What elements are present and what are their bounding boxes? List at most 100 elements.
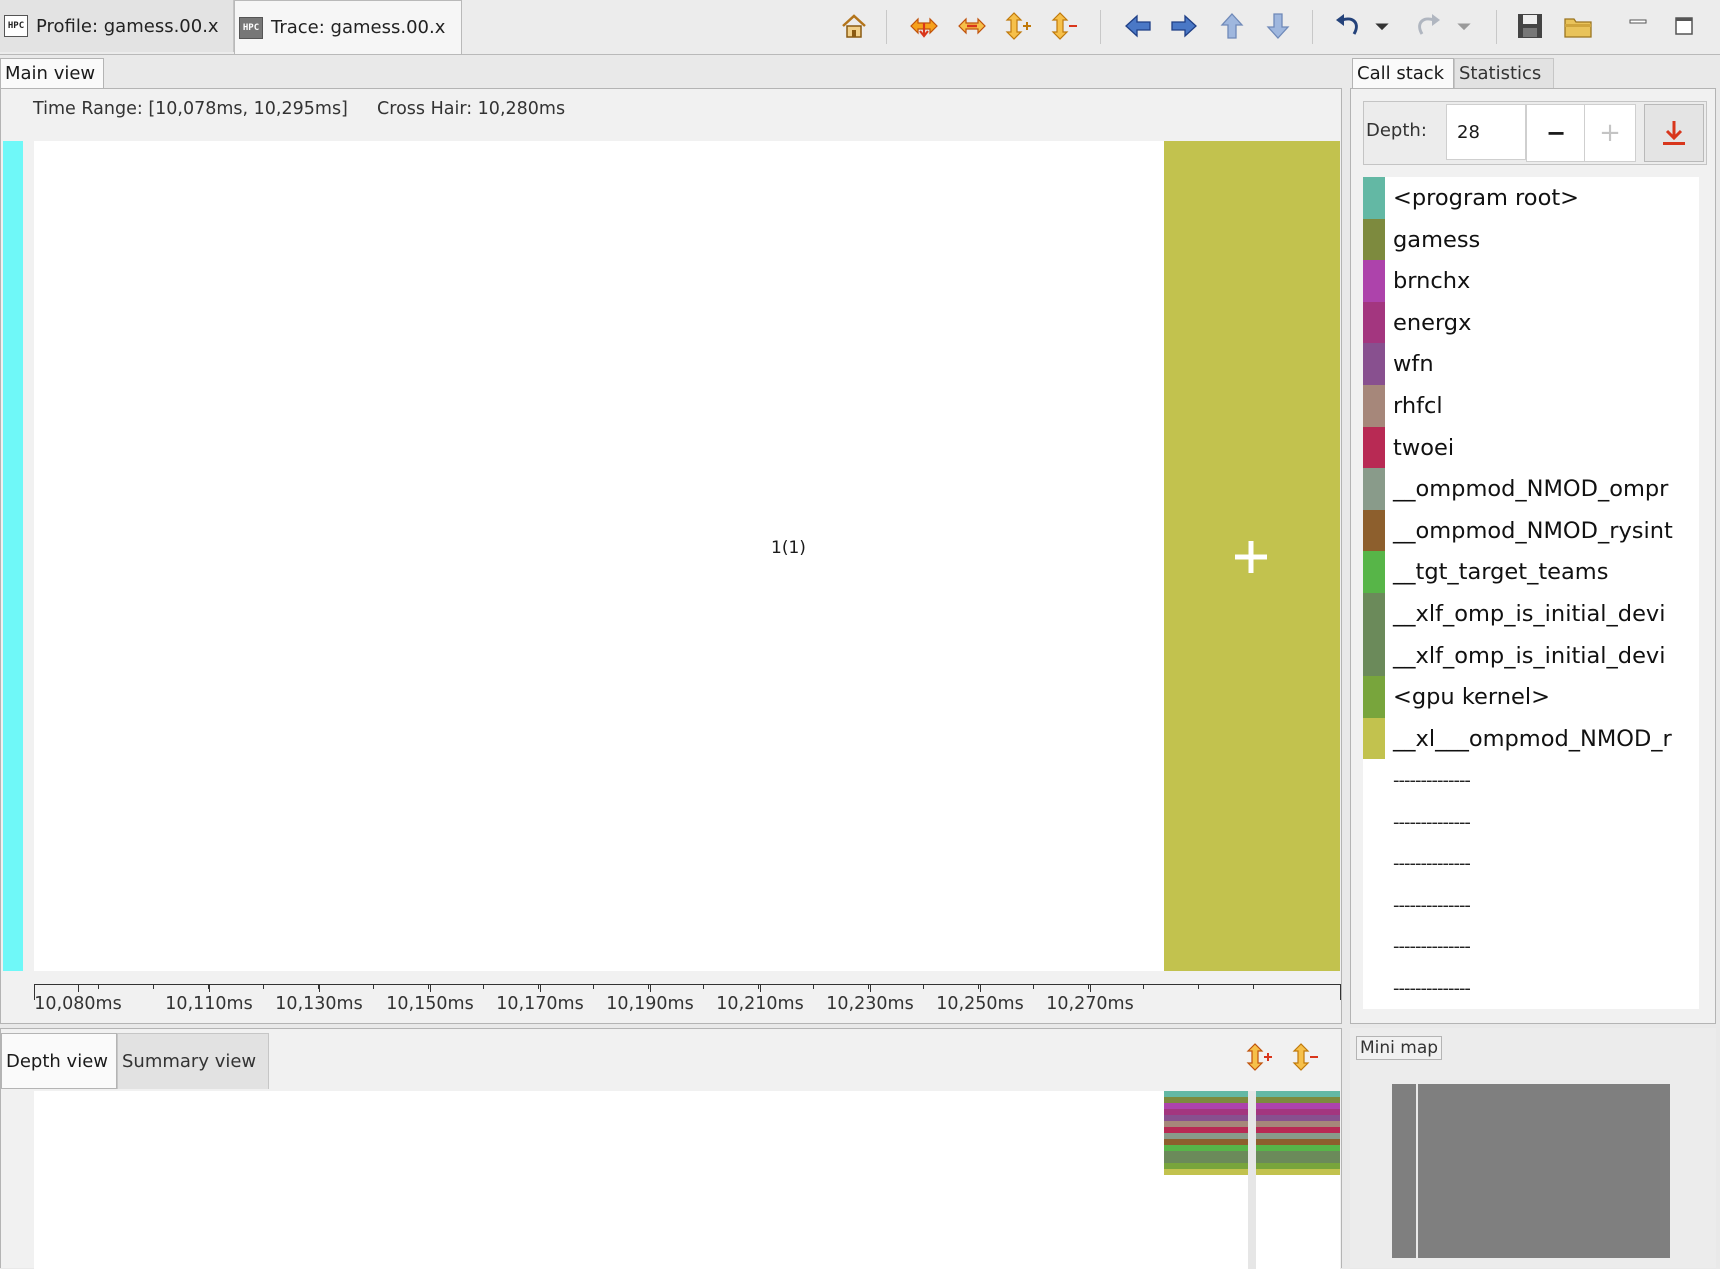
mini-map-canvas[interactable] — [1392, 1084, 1670, 1258]
save-button[interactable] — [1512, 8, 1548, 44]
axis-tick — [980, 984, 981, 992]
scroll-left-button[interactable] — [1120, 8, 1156, 44]
call-stack-row[interactable]: __xl___ompmod_NMOD_r — [1363, 717, 1699, 760]
export-button[interactable] — [1644, 104, 1704, 162]
tab-depth-view[interactable]: Depth view — [1, 1033, 117, 1089]
editor-tab-bar: HPC Profile: gamess.00.x HPC Trace: game… — [0, 0, 1720, 55]
axis-tick — [319, 984, 320, 992]
minimize-button[interactable] — [1620, 8, 1656, 44]
call-stack-color-swatch — [1363, 842, 1385, 885]
call-stack-row[interactable]: __tgt_target_teams — [1363, 551, 1699, 594]
redo-button[interactable] — [1410, 8, 1446, 44]
tab-statistics[interactable]: Statistics — [1454, 58, 1554, 88]
arrow-up-icon — [1220, 13, 1244, 39]
call-stack-row[interactable]: wfn — [1363, 343, 1699, 386]
arrow-left-icon — [1125, 14, 1151, 38]
call-stack-color-swatch — [1363, 426, 1385, 469]
call-stack-color-swatch — [1363, 260, 1385, 303]
depth-zoom-out-button[interactable] — [1287, 1039, 1323, 1075]
time-range-text: Time Range: [10,078ms, 10,295ms] — [33, 99, 348, 119]
call-stack-row[interactable]: -------------- — [1363, 842, 1699, 885]
call-stack-row[interactable]: brnchx — [1363, 260, 1699, 303]
scroll-down-button[interactable] — [1260, 8, 1296, 44]
call-stack-frame-name: rhfcl — [1393, 393, 1443, 419]
depth-zoom-in-button[interactable] — [1241, 1039, 1277, 1075]
process-bar — [3, 141, 23, 971]
axis-minor-tick — [153, 984, 154, 989]
zoom-out-vertical-button[interactable] — [1046, 8, 1082, 44]
main-view-panel: Time Range: [10,078ms, 10,295ms] Cross H… — [0, 88, 1342, 1024]
depth-increment-button[interactable]: + — [1584, 104, 1636, 162]
call-stack-row[interactable]: <gpu kernel> — [1363, 676, 1699, 719]
tab-summary-view[interactable]: Summary view — [117, 1033, 269, 1089]
tab-main-view[interactable]: Main view — [0, 58, 104, 88]
shrink-vertical-icon — [1051, 12, 1077, 40]
call-stack-frame-name: brnchx — [1393, 268, 1471, 295]
home-button[interactable] — [836, 8, 872, 44]
axis-minor-tick — [648, 984, 649, 989]
call-stack-row[interactable]: -------------- — [1363, 884, 1699, 927]
main-view-tab-label: Main view — [5, 63, 96, 84]
axis-minor-tick — [483, 984, 484, 989]
call-stack-row[interactable]: __ompmod_NMOD_rysint — [1363, 509, 1699, 552]
save-icon — [1518, 14, 1542, 38]
call-stack-frame-name: <program root> — [1393, 185, 1580, 211]
depth-decrement-button[interactable]: − — [1526, 104, 1586, 162]
depth-view-tab-label: Depth view — [6, 1050, 108, 1072]
axis-tick — [1340, 984, 1341, 1000]
depth-stripe — [1256, 1169, 1340, 1175]
zoom-in-vertical-button[interactable] — [1000, 8, 1036, 44]
zoom-in-horizontal-button[interactable] — [906, 8, 942, 44]
call-stack-row[interactable]: rhfcl — [1363, 385, 1699, 427]
call-stack-frame-name: -------------- — [1393, 894, 1471, 916]
call-stack-frame-name: __ompmod_NMOD_ompr — [1393, 476, 1669, 503]
zoom-out-horizontal-button[interactable] — [954, 8, 990, 44]
tab-call-stack[interactable]: Call stack — [1352, 58, 1454, 88]
time-axis: 10,080ms 10,110ms 10,130ms 10,150ms 10,170ms… — [34, 984, 1341, 1022]
call-stack-row[interactable]: -------------- — [1363, 759, 1699, 802]
axis-minor-tick — [1088, 984, 1089, 989]
trace-canvas[interactable]: 1(1) — [34, 141, 1340, 971]
mini-map-label: Mini map — [1356, 1036, 1443, 1060]
call-stack-row[interactable]: -------------- — [1363, 925, 1699, 968]
call-stack-row[interactable]: gamess — [1363, 218, 1699, 261]
depth-canvas[interactable] — [34, 1091, 1340, 1269]
time-axis-line — [34, 984, 1340, 985]
scroll-right-button[interactable] — [1166, 8, 1202, 44]
axis-minor-tick — [98, 984, 99, 989]
open-button[interactable] — [1560, 8, 1596, 44]
call-stack-row[interactable]: __ompmod_NMOD_ompr — [1363, 468, 1699, 511]
toolbar-separator — [1496, 10, 1497, 44]
undo-button[interactable] — [1330, 8, 1366, 44]
depth-input[interactable]: 28 — [1446, 104, 1526, 160]
depth-view-panel: Depth view Summary view — [0, 1028, 1342, 1269]
depth-decrement-label: − — [1545, 119, 1567, 147]
axis-minor-tick — [593, 984, 594, 989]
tab-trace[interactable]: HPC Trace: gamess.00.x — [234, 0, 462, 54]
undo-dropdown[interactable] — [1370, 8, 1394, 44]
call-stack-color-swatch — [1363, 385, 1385, 427]
redo-dropdown[interactable] — [1452, 8, 1476, 44]
redo-icon — [1418, 14, 1440, 35]
scroll-up-button[interactable] — [1214, 8, 1250, 44]
call-stack-row[interactable]: __xlf_omp_is_initial_devi — [1363, 634, 1699, 677]
maximize-button[interactable] — [1666, 8, 1702, 44]
axis-minor-tick — [1143, 984, 1144, 989]
call-stack-row[interactable]: -------------- — [1363, 801, 1699, 843]
call-stack-row[interactable]: <program root> — [1363, 177, 1699, 219]
axis-minor-tick — [1198, 984, 1199, 989]
call-stack-row[interactable]: twoei — [1363, 426, 1699, 469]
statistics-tab-label: Statistics — [1459, 63, 1542, 84]
axis-minor-tick — [978, 984, 979, 989]
call-stack-frame-name: wfn — [1393, 351, 1434, 378]
process-label: 1(1) — [771, 538, 806, 558]
call-stack-color-swatch — [1363, 509, 1385, 552]
tab-profile[interactable]: HPC Profile: gamess.00.x — [0, 0, 234, 52]
depth-increment-label: + — [1599, 118, 1621, 148]
call-stack-row[interactable]: energx — [1363, 301, 1699, 344]
call-stack-row[interactable]: -------------- — [1363, 967, 1699, 1009]
call-stack-row[interactable]: __xlf_omp_is_initial_devi — [1363, 593, 1699, 635]
expand-vertical-icon — [1246, 1043, 1272, 1071]
toolbar-separator — [886, 10, 887, 44]
depth-stripes-right — [1256, 1091, 1340, 1175]
